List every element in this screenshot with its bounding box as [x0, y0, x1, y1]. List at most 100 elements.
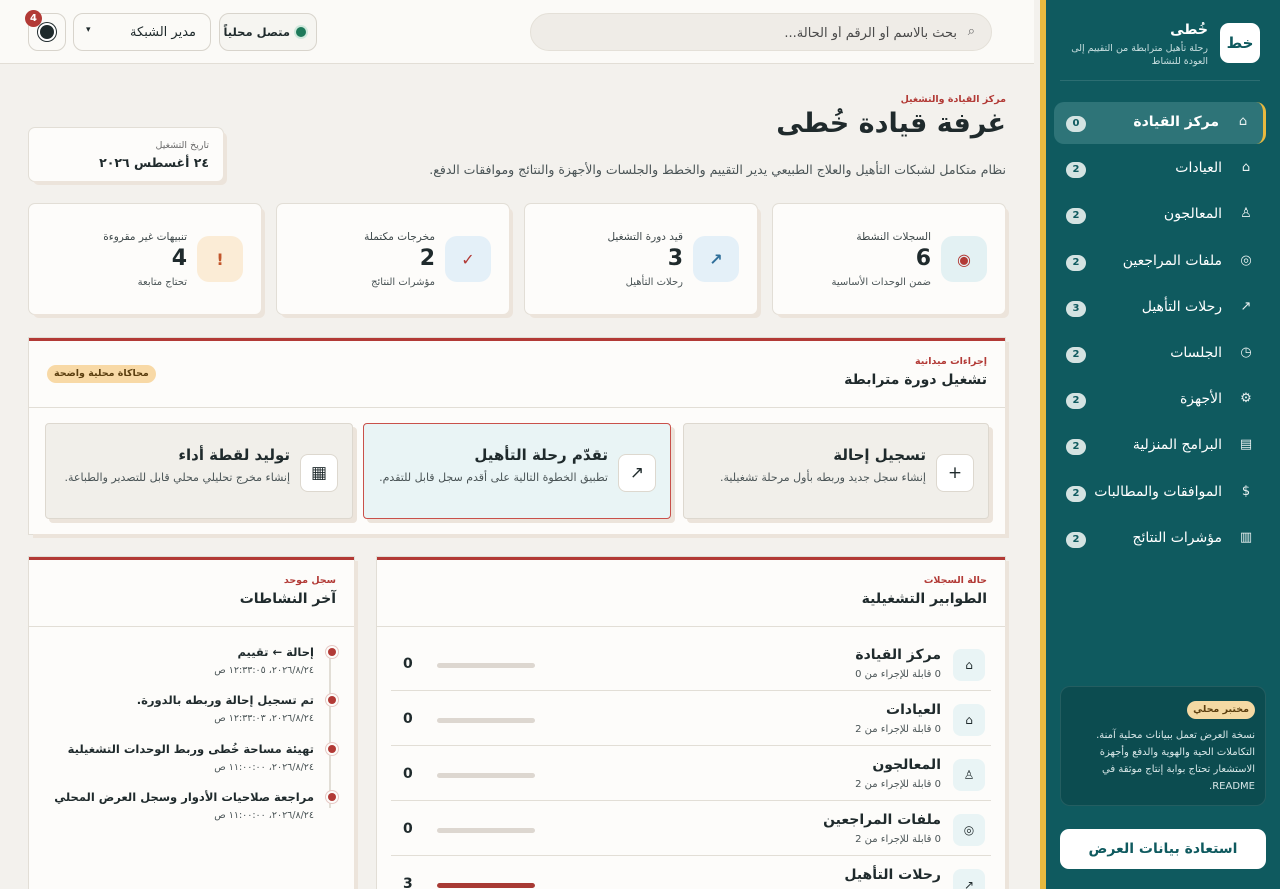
sidebar-item-therapists[interactable]: ♙ المعالجون 2 [1054, 194, 1266, 236]
sidebar-item-count: 2 [1066, 162, 1086, 179]
sidebar-item-command-center[interactable]: ⌂ مركز القيادة 0 [1054, 102, 1266, 144]
queue-progress-bar [437, 883, 535, 888]
panel-divider [29, 626, 354, 627]
demo-notice: مختبر محلي نسخة العرض تعمل ببيانات محلية… [1060, 686, 1266, 806]
brand: خط خُطى رحلة تأهيل مترابطة من التقييم إل… [1060, 22, 1260, 72]
stat-card-unread-alerts: ! تنبيهات غير مقروءة 4 تحتاج متابعة [29, 204, 261, 314]
bar-chart-icon: ▥ [1239, 529, 1253, 545]
app-name: خُطى [1170, 22, 1208, 38]
activity-time: ٢٠٢٦/٨/٢٤، ١٢:٣٣:٠٣ ص [214, 713, 314, 724]
sidebar-item-count: 2 [1066, 346, 1086, 363]
connection-status: متصل محلياً [219, 13, 317, 51]
activity-text: تهيئة مساحة خُطى وربط الوحدات التشغيلية [67, 742, 314, 756]
queue-name: العيادات [886, 702, 941, 718]
status-dot-icon [296, 27, 306, 37]
queue-name: رحلات التأهيل [844, 867, 941, 883]
search-input[interactable] [557, 20, 957, 46]
queue-subtext: 0 قابلة للإجراء من 2 [855, 724, 941, 735]
activity-time: ٢٠٢٦/٨/٢٤، ١١:٠٠:٠٠ ص [214, 762, 314, 773]
sidebar-divider [1060, 80, 1260, 81]
sidebar-item-label: مؤشرات النتائج [1132, 529, 1222, 546]
search-box[interactable]: ⌕ [530, 13, 992, 51]
activity-text: إحالة ← تقييم [237, 645, 315, 659]
operational-queues-panel: حالة السجلات الطوابير التشغيلية ⌂ مركز ا… [377, 557, 1005, 889]
search-icon: ⌕ [967, 24, 975, 39]
person-icon: ♙ [953, 759, 985, 791]
restore-demo-data-button[interactable]: استعادة بيانات العرض [1060, 829, 1266, 869]
panel-divider [377, 626, 1005, 627]
timeline-line [329, 654, 331, 808]
sidebar: خط خُطى رحلة تأهيل مترابطة من التقييم إل… [1040, 0, 1280, 889]
trend-arrow-icon: ↗ [693, 236, 739, 282]
operation-date-value: ٢٤ أغسطس ٢٠٢٦ [99, 155, 209, 170]
sidebar-item-devices[interactable]: ⚙ الأجهزة 2 [1054, 379, 1266, 421]
topbar: ⌕ متصل محلياً مدير الشبكة ▾ 4 [0, 0, 1034, 64]
queue-row[interactable]: ↗ رحلات التأهيل 3 [391, 856, 991, 889]
sidebar-nav: ⌂ مركز القيادة 0 ⌂ العيادات 2 ♙ المعالجو… [1054, 102, 1266, 564]
stat-hint: رحلات التأهيل [625, 277, 683, 288]
sidebar-item-patient-files[interactable]: ◎ ملفات المراجعين 2 [1054, 241, 1266, 283]
generate-performance-snapshot-card[interactable]: ▦ توليد لقطة أداء إنشاء مخرج تحليلي محلي… [45, 423, 353, 519]
action-description: تطبيق الخطوة التالية على أقدم سجل قابل ل… [379, 471, 608, 484]
sidebar-item-rehab-journeys[interactable]: ↗ رحلات التأهيل 3 [1054, 287, 1266, 329]
queue-row[interactable]: ◎ ملفات المراجعين 0 قابلة للإجراء من 2 0 [391, 801, 991, 856]
action-description: إنشاء سجل جديد وربطه بأول مرحلة تشغيلية. [720, 471, 926, 484]
app-tagline: رحلة تأهيل مترابطة من التقييم إلى العودة… [1071, 43, 1208, 67]
register-referral-card[interactable]: + تسجيل إحالة إنشاء سجل جديد وربطه بأول … [683, 423, 989, 519]
activity-time: ٢٠٢٦/٨/٢٤، ١٢:٣٣:٠٥ ص [214, 665, 314, 676]
operation-date-card: تاريخ التشغيل ٢٤ أغسطس ٢٠٢٦ [29, 128, 223, 181]
queue-name: ملفات المراجعين [823, 812, 941, 828]
sidebar-item-label: المعالجون [1163, 206, 1222, 223]
queue-row[interactable]: ♙ المعالجون 0 قابلة للإجراء من 2 0 [391, 746, 991, 801]
queue-name: المعالجون [872, 757, 941, 773]
queue-progress-bar [437, 718, 535, 723]
action-description: إنشاء مخرج تحليلي محلي قابل للتصدير والط… [64, 471, 290, 484]
queue-progress-bar [437, 773, 535, 778]
sidebar-item-count: 2 [1066, 485, 1086, 502]
queue-count: 0 [403, 656, 413, 672]
sidebar-item-sessions[interactable]: ◷ الجلسات 2 [1054, 333, 1266, 375]
sidebar-item-count: 2 [1066, 531, 1086, 548]
home-icon: ⌂ [953, 649, 985, 681]
trend-arrow-icon: ↗ [618, 454, 656, 492]
sidebar-item-label: الموافقات والمطالبات [1094, 483, 1222, 500]
sidebar-item-label: البرامج المنزلية [1132, 437, 1222, 454]
chevron-down-icon: ▾ [86, 25, 91, 35]
queue-count: 0 [403, 821, 413, 837]
stat-card-active-records: ◉ السجلات النشطة 6 ضمن الوحدات الأساسية [773, 204, 1005, 314]
activity-text: تم تسجيل إحالة وربطه بالدورة. [136, 693, 314, 707]
stat-label: تنبيهات غير مقروءة [103, 231, 187, 243]
list-icon: ▤ [1239, 437, 1253, 453]
panel-title: تشغيل دورة مترابطة [844, 372, 987, 388]
demo-notice-text: نسخة العرض تعمل ببيانات محلية آمنة. التك… [1096, 730, 1255, 792]
sidebar-item-count: 2 [1066, 254, 1086, 271]
timeline-dot-icon [328, 793, 336, 801]
queue-row[interactable]: ⌂ العيادات 0 قابلة للإجراء من 2 0 [391, 691, 991, 746]
person-icon: ♙ [1240, 206, 1252, 222]
panel-title: الطوابير التشغيلية [861, 591, 987, 607]
sidebar-item-count: 2 [1066, 208, 1086, 225]
advance-rehab-journey-card[interactable]: ↗ تقدّم رحلة التأهيل تطبيق الخطوة التالي… [363, 423, 671, 519]
target-icon: ◎ [1240, 252, 1252, 268]
sidebar-item-count: 0 [1066, 116, 1086, 132]
stat-hint: ضمن الوحدات الأساسية [831, 277, 931, 288]
sidebar-item-count: 2 [1066, 439, 1086, 456]
panel-title: آخر النشاطات [239, 591, 336, 607]
demo-badge: مختبر محلي [1187, 701, 1255, 719]
stat-value: 6 [915, 246, 931, 271]
sidebar-item-home-programs[interactable]: ▤ البرامج المنزلية 2 [1054, 425, 1266, 467]
check-icon: ✓ [445, 236, 491, 282]
role-select[interactable]: مدير الشبكة ▾ [73, 13, 211, 51]
stat-hint: تحتاج متابعة [137, 277, 187, 288]
stat-label: مخرجات مكتملة [364, 231, 435, 243]
queue-row[interactable]: ⌂ مركز القيادة 0 قابلة للإجراء من 0 0 [391, 636, 991, 691]
home-icon: ⌂ [1241, 160, 1251, 176]
sidebar-item-label: الأجهزة [1179, 391, 1222, 408]
activity-time: ٢٠٢٦/٨/٢٤، ١١:٠٠:٠٠ ص [214, 810, 314, 821]
sidebar-item-outcome-metrics[interactable]: ▥ مؤشرات النتائج 2 [1054, 518, 1266, 560]
sidebar-item-clinics[interactable]: ⌂ العيادات 2 [1054, 148, 1266, 190]
timeline-dot-icon [328, 745, 336, 753]
queue-name: مركز القيادة [855, 647, 941, 663]
sidebar-item-approvals-claims[interactable]: $ الموافقات والمطالبات 2 [1054, 472, 1266, 514]
stat-label: قيد دورة التشغيل [607, 231, 683, 243]
